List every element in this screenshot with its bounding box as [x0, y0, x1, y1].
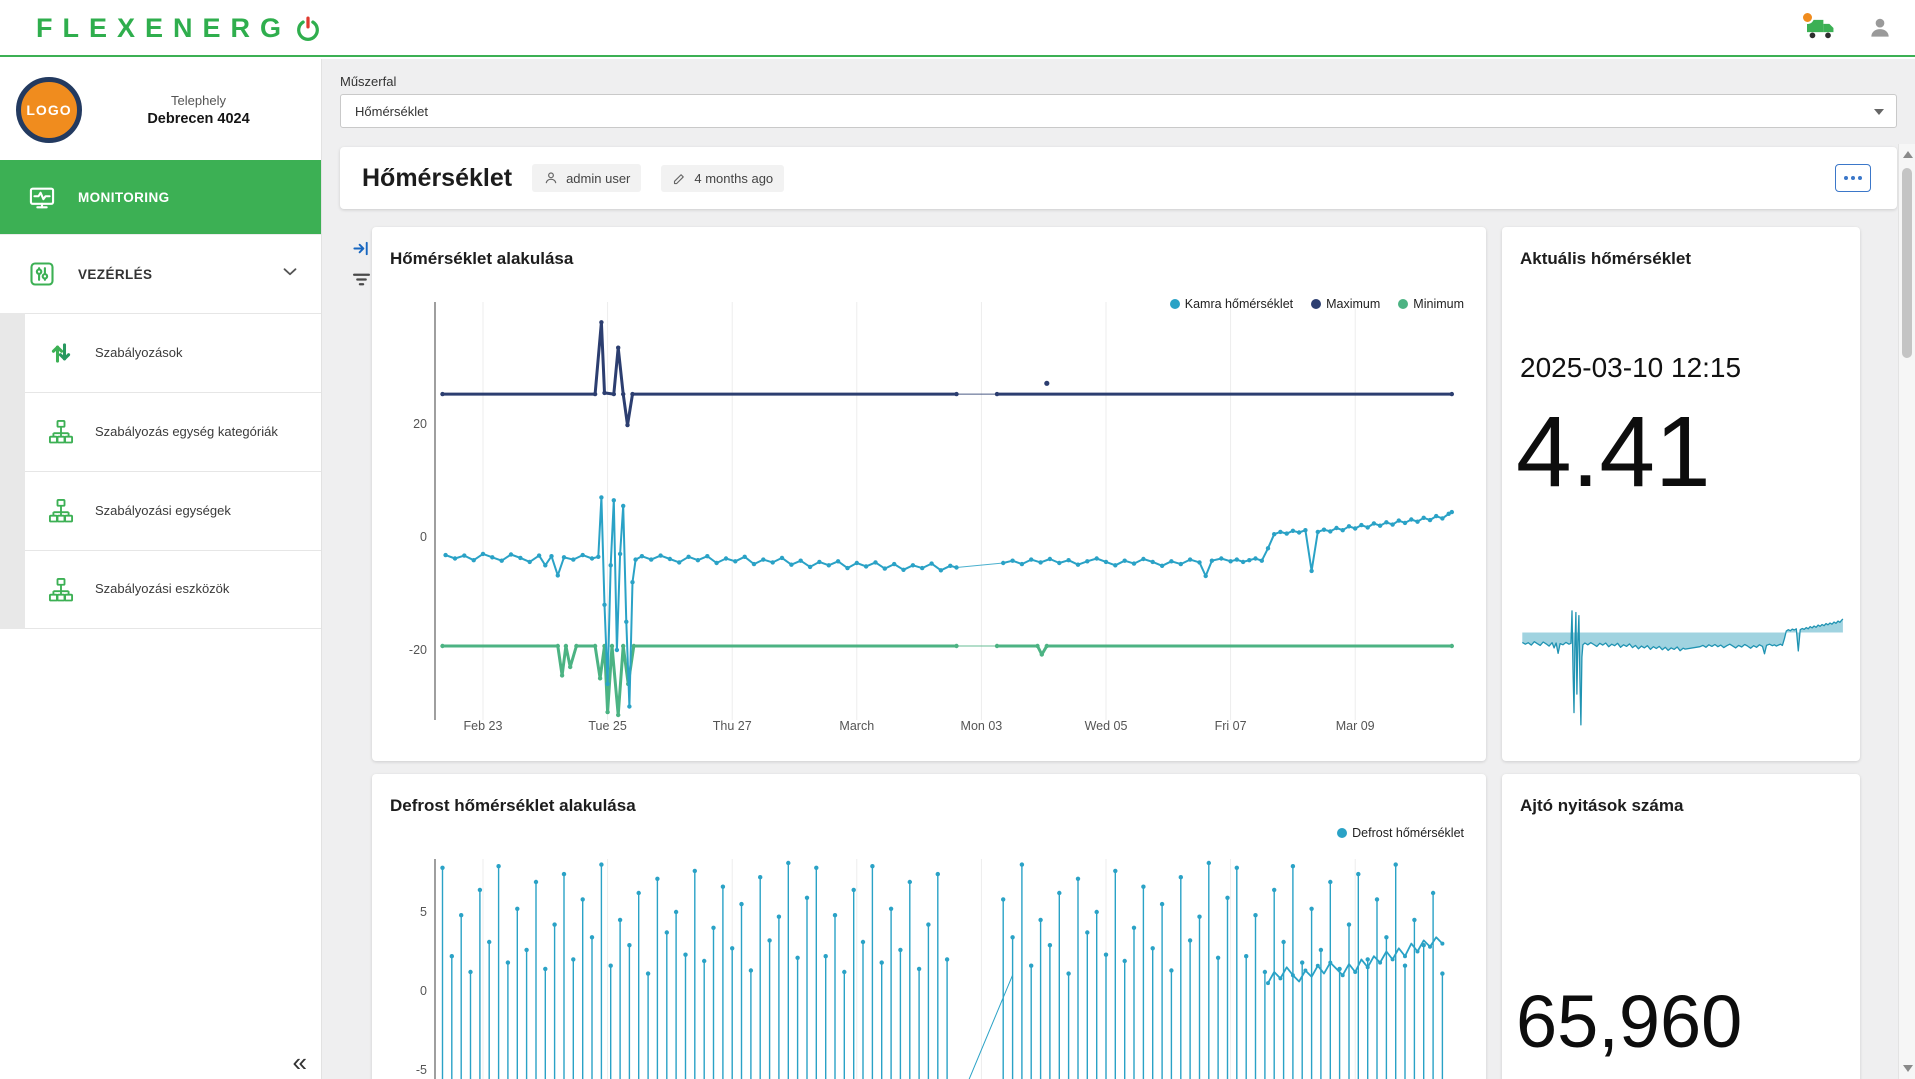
- chart-legend: Defrost hőmérséklet: [1337, 826, 1464, 840]
- brand-text: FLEXENERG: [36, 13, 291, 44]
- vezerles-submenu: Szabályozások Szabályozás egység kategór…: [0, 313, 321, 629]
- filter-icon[interactable]: [351, 269, 372, 295]
- sidebar-item-szabalyozas-egyseg-kategoriak[interactable]: Szabályozás egység kategóriák: [25, 392, 321, 471]
- edited-chip: 4 months ago: [661, 165, 784, 192]
- dashboard-select-label: Műszerfal: [340, 74, 396, 89]
- sidebar-item-vezerles[interactable]: VEZÉRLÉS: [0, 234, 321, 313]
- deliveries-icon[interactable]: [1805, 13, 1839, 43]
- person-icon: [543, 170, 559, 186]
- current-temperature-card: Aktuális hőmérséklet 2025-03-10 12:15 4.…: [1502, 227, 1860, 761]
- site-info: LOGO Telephely Debrecen 4024: [0, 59, 321, 160]
- legend-dot: [1170, 299, 1180, 309]
- sidebar: LOGO Telephely Debrecen 4024 MONITORING: [0, 59, 322, 1079]
- legend-dot: [1337, 828, 1347, 838]
- svg-text:Tue 25: Tue 25: [588, 719, 627, 733]
- collapse-panel-icon[interactable]: [352, 239, 371, 263]
- sidebar-item-szabalyozasi-eszkozok[interactable]: Szabályozási eszközök: [25, 550, 321, 629]
- top-bar: FLEXENERG: [0, 0, 1915, 57]
- svg-text:Mon 03: Mon 03: [961, 719, 1003, 733]
- pencil-icon: [672, 171, 687, 186]
- svg-text:0: 0: [420, 984, 427, 998]
- site-logo: LOGO: [16, 77, 82, 143]
- legend-dot: [1311, 299, 1321, 309]
- select-caret-icon: [1874, 109, 1884, 115]
- svg-text:Mar 09: Mar 09: [1336, 719, 1375, 733]
- legend-item-kamra[interactable]: Kamra hőmérséklet: [1170, 297, 1293, 311]
- sidebar-item-label: MONITORING: [78, 190, 170, 205]
- chart-title: Defrost hőmérséklet alakulása: [390, 796, 636, 816]
- svg-text:Thu 27: Thu 27: [713, 719, 752, 733]
- svg-text:0: 0: [420, 530, 427, 544]
- chart-title: Hőmérséklet alakulása: [390, 249, 573, 269]
- edited-time: 4 months ago: [694, 171, 773, 186]
- legend-item-minimum[interactable]: Minimum: [1398, 297, 1464, 311]
- power-icon: [295, 16, 321, 42]
- door-openings-card: Ajtó nyitások száma 65,960: [1502, 774, 1860, 1079]
- scrollbar-thumb[interactable]: [1902, 168, 1912, 358]
- svg-text:20: 20: [413, 417, 427, 431]
- svg-text:Wed 05: Wed 05: [1085, 719, 1128, 733]
- sidebar-item-monitoring[interactable]: MONITORING: [0, 160, 321, 234]
- sliders-icon: [22, 256, 62, 292]
- sidebar-item-label: VEZÉRLÉS: [78, 267, 152, 282]
- page-title: Hőmérséklet: [362, 164, 512, 193]
- card-title: Ajtó nyitások száma: [1520, 796, 1683, 816]
- vertical-scrollbar[interactable]: [1898, 144, 1915, 1079]
- scroll-up-arrow[interactable]: [1903, 151, 1913, 158]
- author-name: admin user: [566, 171, 630, 186]
- account-icon[interactable]: [1867, 15, 1893, 41]
- more-options-button[interactable]: [1835, 164, 1871, 192]
- legend-item-defrost[interactable]: Defrost hőmérséklet: [1337, 826, 1464, 840]
- arrows-up-down-icon: [41, 335, 81, 371]
- sidebar-item-label: Szabályozások: [95, 345, 182, 361]
- svg-text:5: 5: [420, 905, 427, 919]
- site-label: Telephely: [92, 93, 305, 108]
- sidebar-collapse-button[interactable]: «: [293, 1049, 307, 1075]
- sidebar-item-label: Szabályozás egység kategóriák: [95, 424, 278, 440]
- monitor-pulse-icon: [22, 180, 62, 216]
- current-temp-sparkline[interactable]: [1502, 227, 1860, 761]
- author-chip: admin user: [532, 164, 641, 192]
- site-name: Debrecen 4024: [92, 111, 305, 127]
- card-title: Aktuális hőmérséklet: [1520, 249, 1691, 269]
- notification-badge: [1801, 11, 1814, 24]
- dashboard-select-value: Hőmérséklet: [355, 104, 428, 119]
- hierarchy-icon: [41, 414, 81, 450]
- defrost-chart-card: Defrost hőmérséklet alakulása Defrost hő…: [372, 774, 1486, 1079]
- door-openings-value: 65,960: [1516, 979, 1742, 1064]
- chevron-down-icon: [279, 261, 301, 288]
- svg-text:-5: -5: [416, 1063, 427, 1077]
- sidebar-item-label: Szabályozási eszközök: [95, 581, 229, 597]
- svg-text:Fri 07: Fri 07: [1215, 719, 1247, 733]
- dashboard-select[interactable]: Hőmérséklet: [340, 94, 1897, 128]
- sidebar-item-szabalyozasi-egysegek[interactable]: Szabályozási egységek: [25, 471, 321, 550]
- sidebar-item-label: Szabályozási egységek: [95, 503, 231, 519]
- scroll-down-arrow[interactable]: [1903, 1065, 1913, 1072]
- hierarchy-icon: [41, 493, 81, 529]
- legend-dot: [1398, 299, 1408, 309]
- page-header-card: Hőmérséklet admin user 4 months ago: [340, 147, 1897, 209]
- temperature-chart-card: Hőmérséklet alakulása Kamra hőmérséklet …: [372, 227, 1486, 761]
- svg-text:March: March: [839, 719, 874, 733]
- main-content: Műszerfal Hőmérséklet Hőmérséklet admin …: [322, 59, 1915, 1079]
- svg-text:-20: -20: [409, 643, 427, 657]
- legend-item-maximum[interactable]: Maximum: [1311, 297, 1380, 311]
- chart-legend: Kamra hőmérséklet Maximum Minimum: [1170, 297, 1464, 311]
- hierarchy-icon: [41, 572, 81, 608]
- brand-logo[interactable]: FLEXENERG: [36, 13, 321, 44]
- sidebar-item-szabalyozasok[interactable]: Szabályozások: [25, 313, 321, 392]
- defrost-line-chart[interactable]: 5 0 -5: [372, 774, 1486, 1079]
- svg-text:Feb 23: Feb 23: [464, 719, 503, 733]
